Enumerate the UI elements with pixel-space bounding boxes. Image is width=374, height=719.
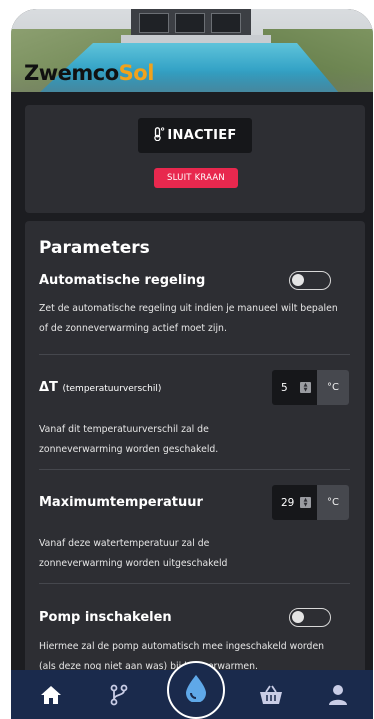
- pump-toggle[interactable]: [289, 608, 331, 627]
- branch-icon[interactable]: [107, 684, 131, 706]
- max-temp-label: Maximumtemperatuur: [39, 495, 203, 510]
- spin-arrows-icon[interactable]: ▲ ▼: [300, 382, 311, 393]
- delta-t-unit: °C: [317, 370, 349, 405]
- delta-t-stepper[interactable]: 5 ▲ ▼ °C: [272, 370, 349, 405]
- hero-image: ZwemcoSol: [11, 9, 373, 92]
- delta-t-description: Vanaf dit temperatuurverschil zal de zon…: [39, 424, 219, 455]
- divider: [39, 583, 350, 584]
- auto-regulation-description: Zet de automatische regeling uit indien …: [39, 303, 338, 334]
- auto-regulation-toggle[interactable]: [289, 271, 331, 290]
- water-drop-button[interactable]: [167, 661, 225, 719]
- spin-arrows-icon[interactable]: ▲ ▼: [300, 497, 311, 508]
- close-valve-button[interactable]: SLUIT KRAAN: [154, 168, 238, 188]
- status-card: INACTIEF SLUIT KRAAN: [25, 105, 365, 213]
- divider: [39, 469, 350, 470]
- max-temp-unit: °C: [317, 485, 349, 520]
- delta-t-value[interactable]: 5: [281, 382, 288, 394]
- thermometer-icon: [153, 126, 165, 145]
- delta-t-label: ΔT (temperatuurverschil): [39, 380, 162, 395]
- status-badge: INACTIEF: [138, 118, 252, 153]
- parameters-title: Parameters: [39, 238, 150, 258]
- home-icon[interactable]: [39, 684, 63, 706]
- water-drop-icon: [184, 674, 208, 706]
- max-temp-value[interactable]: 29: [281, 497, 294, 509]
- basket-icon[interactable]: [259, 684, 283, 706]
- user-icon[interactable]: [326, 684, 350, 706]
- app-screen: ZwemcoSol INACTIEF SLUIT KRAAN Parameter…: [11, 9, 373, 719]
- parameters-card: Parameters Automatische regeling Zet de …: [25, 221, 365, 719]
- max-temp-description: Vanaf deze watertemperatuur zal de zonne…: [39, 538, 228, 569]
- pump-label: Pomp inschakelen: [39, 610, 172, 625]
- brand-logo: ZwemcoSol: [24, 61, 154, 85]
- max-temp-stepper[interactable]: 29 ▲ ▼ °C: [272, 485, 349, 520]
- auto-regulation-label: Automatische regeling: [39, 273, 206, 288]
- divider: [39, 354, 350, 355]
